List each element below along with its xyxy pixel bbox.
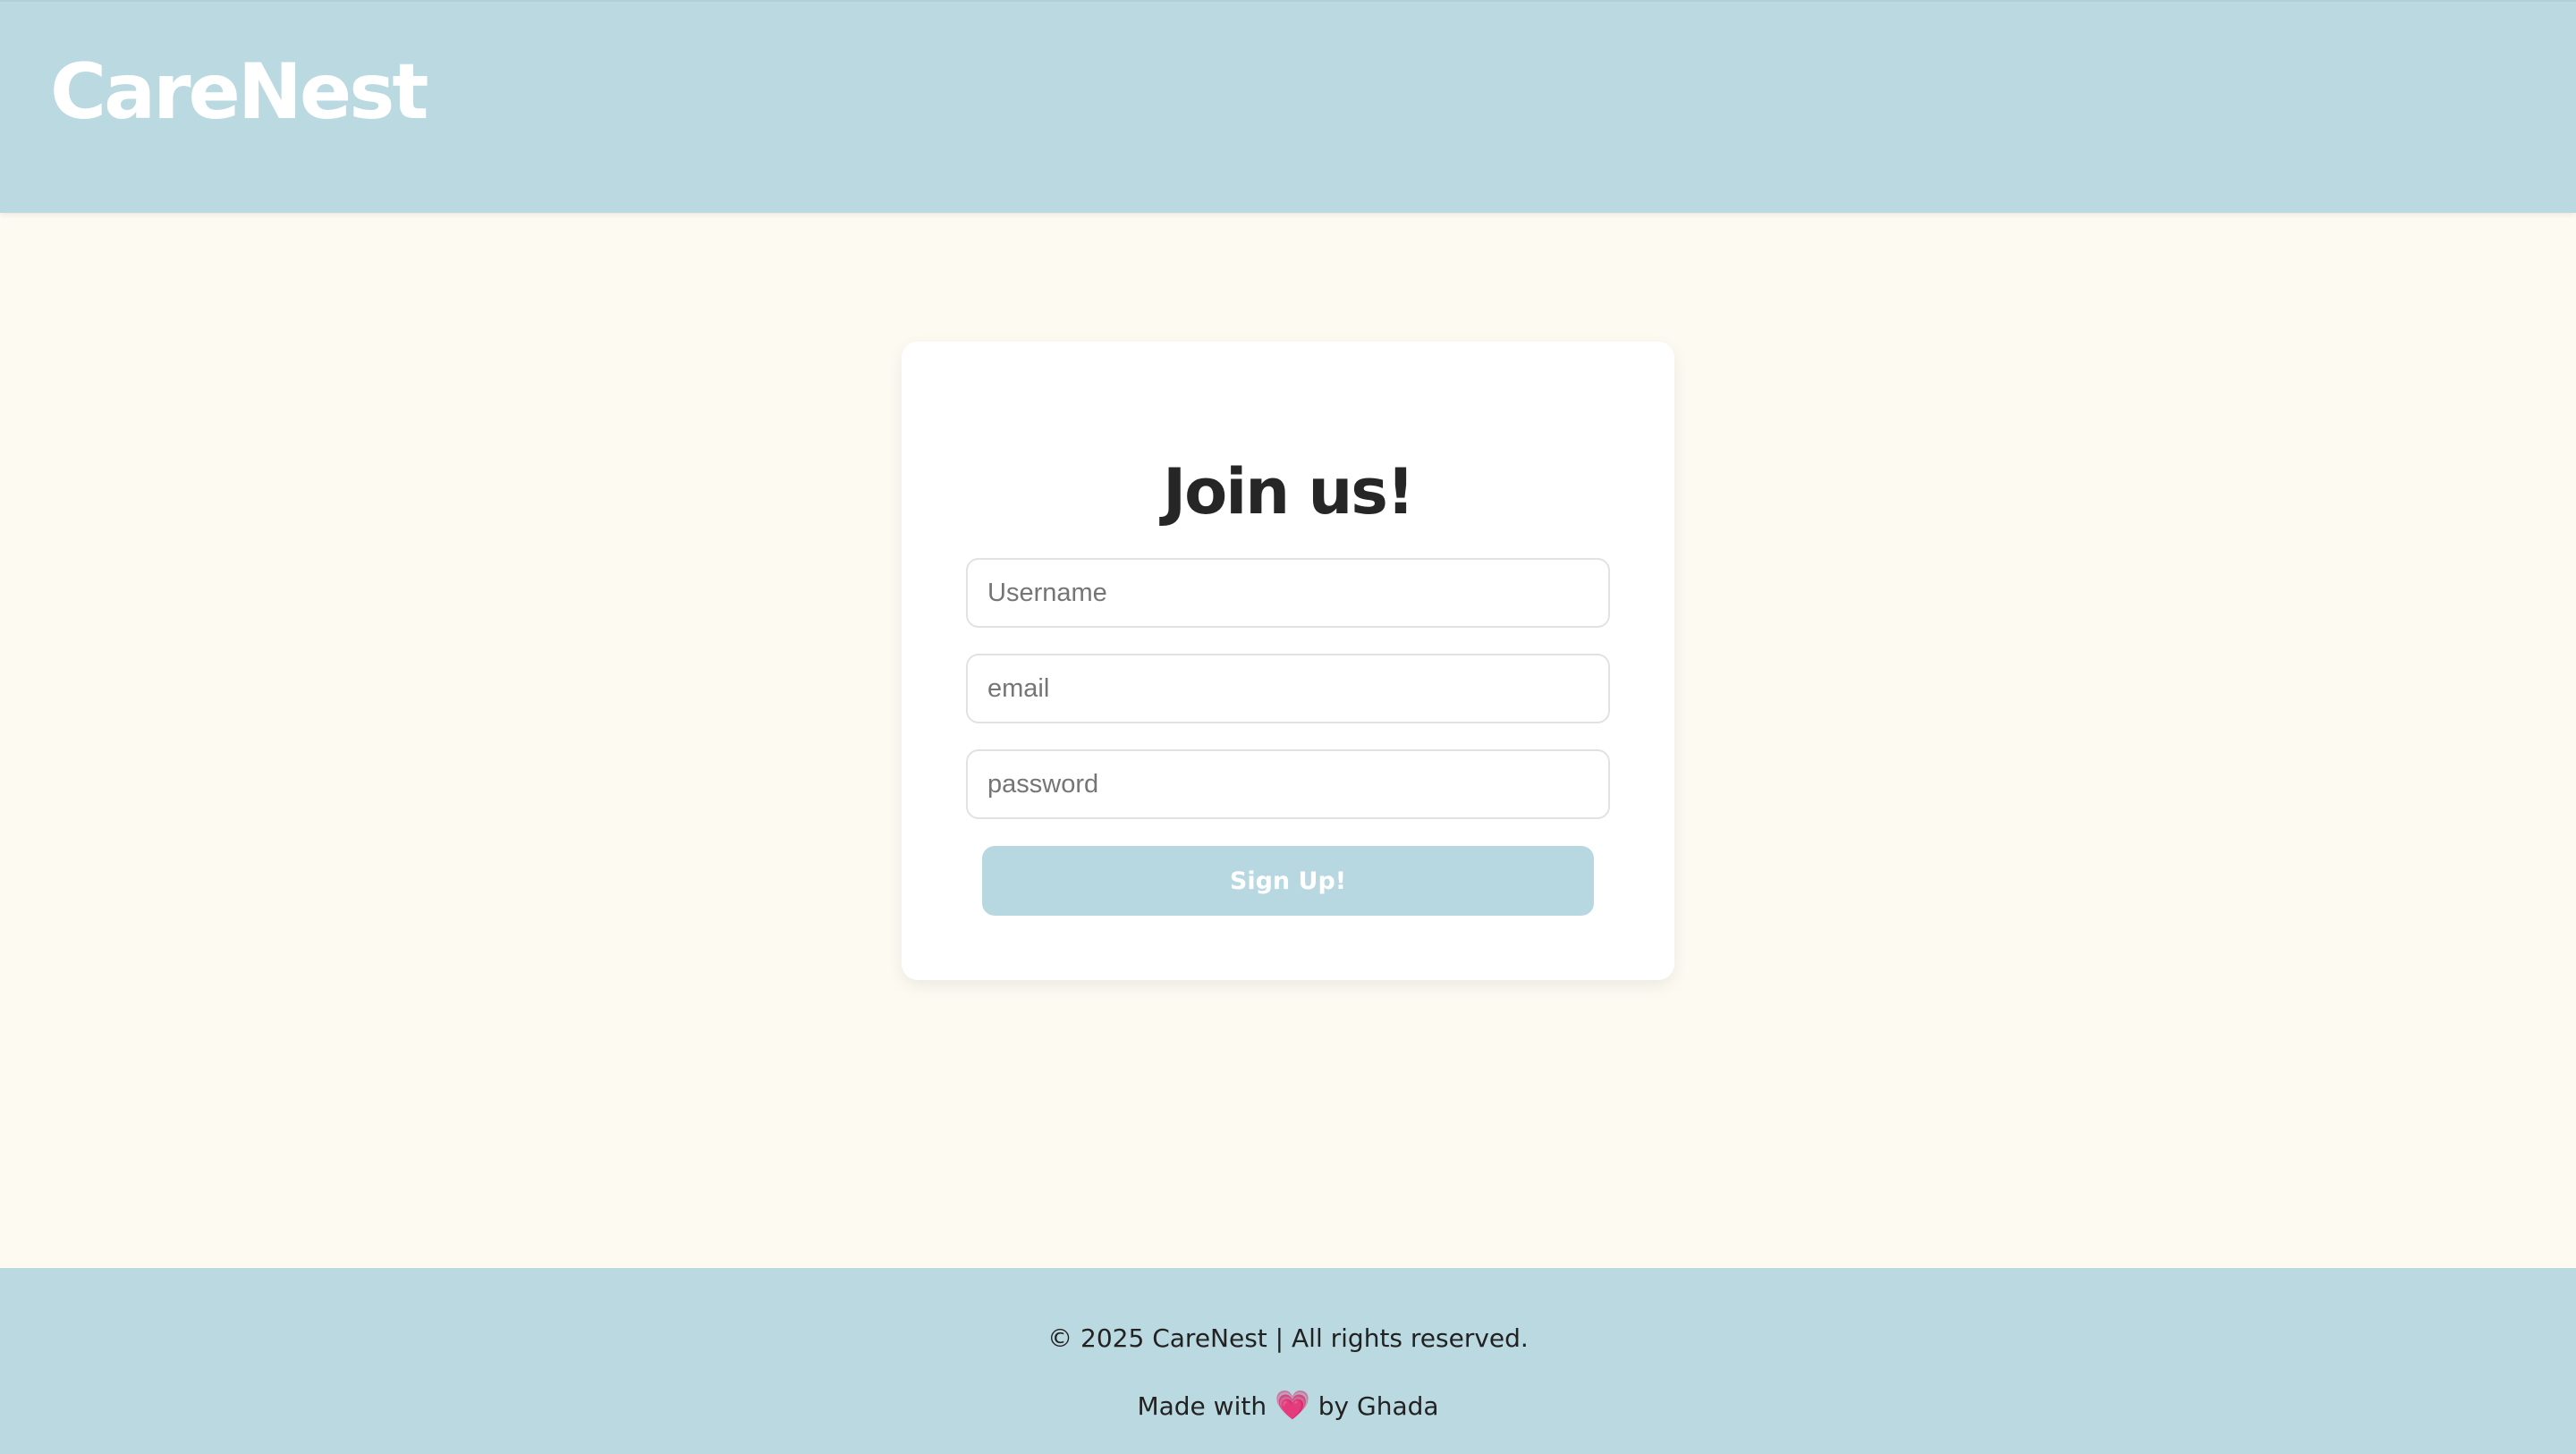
signup-card: Join us! Sign Up!	[902, 342, 1674, 980]
password-input[interactable]	[966, 749, 1610, 819]
site-footer: © 2025 CareNest | All rights reserved. M…	[0, 1268, 2576, 1454]
page-title: Join us!	[1163, 455, 1415, 528]
logo[interactable]: CareNest	[50, 43, 428, 141]
copyright-text: © 2025 CareNest | All rights reserved.	[1047, 1323, 1529, 1353]
site-header: CareNest	[0, 0, 2576, 213]
sign-up-button[interactable]: Sign Up!	[982, 846, 1594, 916]
username-input[interactable]	[966, 558, 1610, 628]
heart-icon: 💗	[1275, 1388, 1310, 1422]
made-with-line: Made with 💗 by Ghada	[0, 1388, 2576, 1422]
email-input[interactable]	[966, 654, 1610, 723]
made-with-prefix: Made with	[1137, 1391, 1267, 1421]
made-with-suffix: by Ghada	[1318, 1391, 1439, 1421]
